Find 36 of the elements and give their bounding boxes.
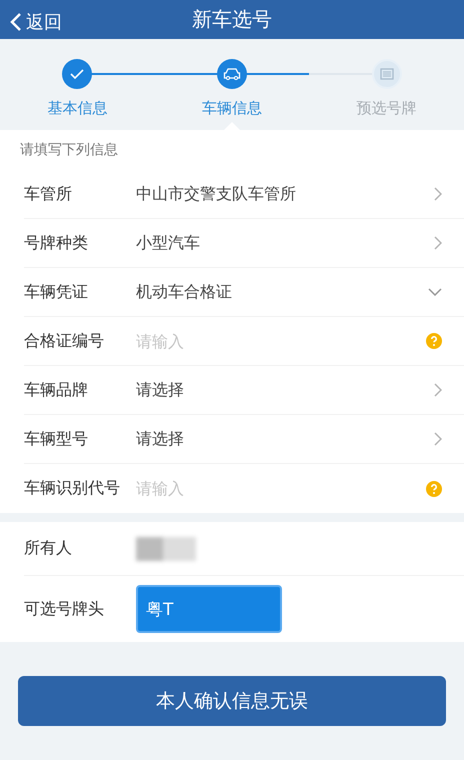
back-chevron-icon	[10, 12, 22, 32]
field-value[interactable]: 机动车合格证	[136, 282, 428, 303]
plate-prefix-option[interactable]: 粤T	[136, 585, 282, 633]
field-value[interactable]: 中山市交警支队车管所	[136, 184, 434, 205]
field-label: 车辆凭证	[24, 282, 89, 303]
field-value[interactable]: 小型汽车	[136, 232, 434, 254]
step-label: 预选号牌	[356, 98, 417, 118]
chevron-down-icon	[428, 288, 442, 296]
step-label: 车辆信息	[202, 98, 262, 118]
help-icon[interactable]	[426, 333, 442, 350]
blurred-value	[136, 536, 196, 560]
field-label: 车管所	[24, 184, 73, 205]
check-icon	[70, 68, 84, 79]
input-field[interactable]: 请输入	[136, 332, 426, 351]
step-label: 基本信息	[47, 98, 108, 118]
field-label: 车辆识别代号	[24, 478, 121, 500]
confirm-button[interactable]: 本人确认信息无误	[18, 676, 446, 726]
field-value[interactable]: 请选择	[136, 380, 434, 401]
back-button[interactable]: 返回	[10, 6, 62, 38]
field-label: 所有人	[24, 538, 73, 559]
form-heading: 请填写下列信息	[19, 141, 119, 160]
field-label: 合格证编号	[24, 330, 105, 352]
field-label: 车辆型号	[24, 428, 89, 450]
field-label: 可选号牌头	[24, 598, 105, 620]
input-field[interactable]: 请输入	[136, 479, 426, 498]
chevron-right-icon	[434, 236, 442, 250]
page-title: 新车选号	[192, 6, 272, 33]
chevron-right-icon	[434, 187, 442, 202]
field-label: 号牌种类	[24, 232, 89, 254]
chevron-right-icon	[434, 383, 442, 398]
field-value[interactable]: 请选择	[136, 428, 434, 450]
car-icon	[222, 68, 241, 80]
plate-icon	[380, 68, 394, 80]
help-icon[interactable]	[426, 480, 442, 497]
chevron-right-icon	[434, 432, 442, 446]
field-label: 车辆品牌	[24, 380, 89, 401]
